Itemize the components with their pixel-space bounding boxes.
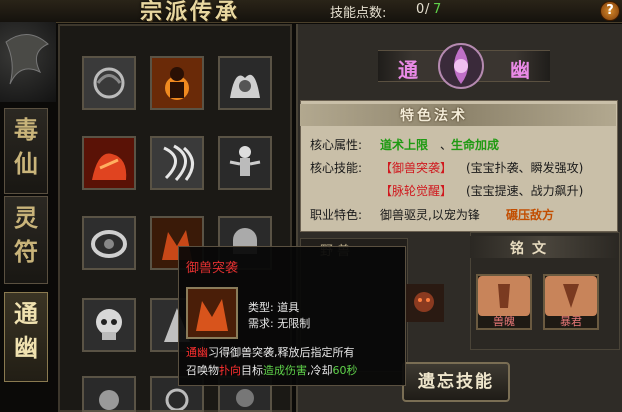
claw-slash-skill-icon[interactable] xyxy=(150,136,204,190)
tab-tongyou[interactable]: 通 幽 xyxy=(4,292,48,382)
rune-panel-title: 铭文 xyxy=(510,241,554,257)
feature-highlight: 碾压敌方 xyxy=(506,208,555,222)
tooltip-desc-1: 习得御兽突袭,释放后指定所有 xyxy=(208,346,355,359)
help-button[interactable]: ? xyxy=(600,1,620,21)
school-name-char-2: 幽 xyxy=(510,58,530,82)
core-attr-label: 核心属性: xyxy=(310,138,363,152)
skill-points-used: 0 xyxy=(416,2,425,17)
skill-points-max: 7 xyxy=(433,2,442,17)
core-skill-2[interactable]: 【脉轮觉醒】 xyxy=(380,182,452,199)
tooltip-skill-name: 御兽突袭 xyxy=(186,261,239,276)
rune-label-baojun: 暴君 xyxy=(560,315,582,328)
skill-points-slash: / xyxy=(425,2,430,17)
beast-portrait-icon[interactable] xyxy=(404,284,444,322)
fire-palm-skill-icon[interactable] xyxy=(150,56,204,110)
skeleton-summon-skill-icon[interactable] xyxy=(218,136,272,190)
tooltip-desc-2a: 召唤物 xyxy=(186,364,219,377)
tooltip-desc-2b: 扑向 xyxy=(219,364,241,377)
school-emblem-icon xyxy=(435,36,487,92)
core-attr-2: 生命加成 xyxy=(451,138,500,152)
tooltip-desc-2c: 目标 xyxy=(241,364,263,377)
spirit-skill-icon[interactable] xyxy=(82,376,136,412)
tab-tongyou-label-1: 通 xyxy=(14,299,38,328)
tab-lingfu[interactable]: 灵 符 xyxy=(4,196,48,284)
tooltip-req-value: 无限制 xyxy=(277,317,311,330)
feature-label: 职业特色: xyxy=(310,208,363,222)
core-skill-2-desc: (宝宝提速、战力飙升) xyxy=(466,184,584,198)
tooltip-type-label: 类型: xyxy=(248,301,274,314)
skill-points-label: 技能点数: xyxy=(330,6,387,21)
tooltip-req-label: 需求: xyxy=(248,317,274,330)
core-attr-1: 道术上限 xyxy=(380,138,429,152)
tooltip-desc-2f: 60秒 xyxy=(332,364,358,377)
tab-lingfu-label-1: 灵 xyxy=(14,203,38,232)
tooltip-desc-2e: ,冷却 xyxy=(307,364,333,377)
tooltip-type-value: 道具 xyxy=(277,301,300,314)
forget-skill-button[interactable]: 遗忘技能 xyxy=(402,362,510,402)
tooltip-requirement: 需求: 无限制 xyxy=(248,315,310,331)
tab-duxian-label-2: 仙 xyxy=(14,149,38,178)
core-skill-1[interactable]: 【御兽突袭】 xyxy=(380,159,452,176)
feature-spell-title: 特色法术 xyxy=(400,108,468,124)
beast-rush-skill-icon[interactable] xyxy=(82,136,136,190)
tab-tongyou-label-2: 幽 xyxy=(14,333,38,362)
flame-aura-skill-icon[interactable] xyxy=(218,56,272,110)
tooltip-desc-school: 通幽 xyxy=(186,346,208,359)
tab-duxian[interactable]: 毒 仙 xyxy=(4,108,48,194)
feature-text: 御兽驱灵,以宠为锋 xyxy=(380,208,480,222)
core-skill-1-desc: (宝宝扑袭、瞬发强攻) xyxy=(466,161,584,175)
skull-skill-icon[interactable] xyxy=(82,298,136,352)
rune-label-shoupo: 兽魄 xyxy=(493,315,515,328)
dragon-ornament-icon xyxy=(0,22,56,102)
tooltip-desc-line-1: 通幽习得御兽突袭,释放后指定所有 xyxy=(186,344,355,360)
tab-duxian-label-1: 毒 xyxy=(14,115,38,144)
tooltip-type: 类型: 道具 xyxy=(248,299,299,315)
swirl-skill-icon[interactable] xyxy=(82,56,136,110)
core-skill-label: 核心技能: xyxy=(310,161,363,175)
window-title: 宗派传承 xyxy=(140,0,241,25)
school-name-char-1: 通 xyxy=(398,58,418,82)
tooltip-skill-icon xyxy=(186,287,238,339)
tooltip-desc-2d: 造成伤害 xyxy=(263,364,307,377)
top-bar xyxy=(0,0,622,23)
tooltip-desc-line-2: 召唤物扑向目标造成伤害,冷却60秒 xyxy=(186,362,358,378)
bone-cage-skill-icon[interactable] xyxy=(82,216,136,270)
tab-lingfu-label-2: 符 xyxy=(14,237,38,266)
